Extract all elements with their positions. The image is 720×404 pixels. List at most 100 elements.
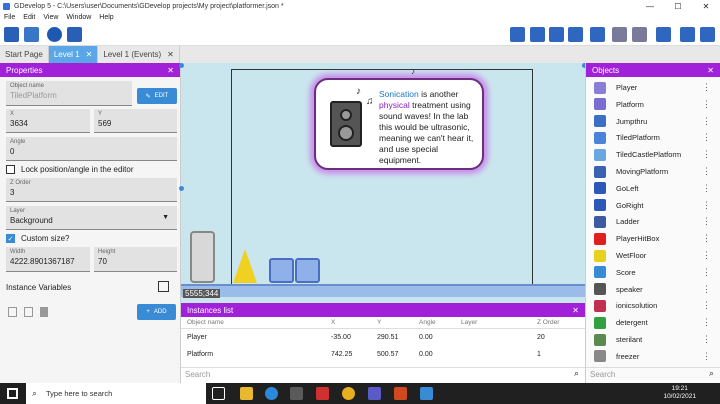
close-icon[interactable]: ✕ <box>572 306 579 315</box>
close-icon[interactable]: ✕ <box>707 66 714 75</box>
angle-field[interactable]: Angle 0 <box>6 137 177 161</box>
teams-icon[interactable] <box>368 387 381 400</box>
more-options-icon[interactable]: ⋮ <box>702 233 711 244</box>
project-manager-icon[interactable] <box>4 27 19 42</box>
column-header[interactable]: Object name <box>181 319 331 326</box>
z-order-field[interactable]: Z Order 3 <box>6 178 177 202</box>
maximize-button[interactable]: ☐ <box>664 0 692 13</box>
object-list-item[interactable]: freezer ⋮ <box>586 348 715 365</box>
store-icon[interactable] <box>290 387 303 400</box>
close-button[interactable]: ✕ <box>692 0 720 13</box>
more-options-icon[interactable]: ⋮ <box>702 267 711 278</box>
menu-window[interactable]: Window <box>62 13 95 24</box>
more-options-icon[interactable]: ⋮ <box>702 216 711 227</box>
more-options-icon[interactable]: ⋮ <box>702 149 711 160</box>
height-field[interactable]: Height 70 <box>94 247 177 272</box>
object-list-item[interactable]: GoRight ⋮ <box>586 197 715 214</box>
more-options-icon[interactable]: ⋮ <box>702 132 711 143</box>
instances-list-icon[interactable] <box>568 27 583 42</box>
platform-block-sprite[interactable] <box>295 258 320 283</box>
gdevelop-taskbar-icon[interactable] <box>420 387 433 400</box>
object-list-item[interactable]: WetFloor ⋮ <box>586 247 715 264</box>
object-list-item[interactable]: Player ⋮ <box>586 79 715 96</box>
tiled-platform-floor[interactable] <box>181 284 585 297</box>
powerpoint-icon[interactable] <box>394 387 407 400</box>
object-list-item[interactable]: detergent ⋮ <box>586 314 715 331</box>
lock-position-checkbox[interactable]: Lock position/angle in the editor <box>6 165 134 174</box>
object-list-item[interactable]: sterilant ⋮ <box>586 331 715 348</box>
open-external-icon[interactable] <box>158 281 169 292</box>
object-list-item[interactable]: speaker ⋮ <box>586 281 715 298</box>
speaker-sprite[interactable] <box>330 101 362 147</box>
close-tab-icon[interactable]: ✕ <box>167 50 174 59</box>
speech-bubble[interactable]: ♪ ♫ Sonication is another physical treat… <box>314 78 484 170</box>
column-header[interactable]: Z Order <box>537 319 577 326</box>
layers-icon[interactable] <box>590 27 605 42</box>
column-header[interactable]: X <box>331 319 377 326</box>
more-options-icon[interactable]: ⋮ <box>702 284 711 295</box>
resize-handle[interactable] <box>179 186 184 191</box>
object-list-item[interactable]: TiledCastlePlatform ⋮ <box>586 146 715 163</box>
taskbar-search-input[interactable]: ⌕ Type here to search <box>26 383 206 404</box>
search-icon[interactable]: ⌕ <box>709 368 714 379</box>
system-clock[interactable]: 19:21 10/02/2021 <box>663 385 696 401</box>
object-list-item[interactable]: Jumpthru ⋮ <box>586 113 715 130</box>
more-options-icon[interactable]: ⋮ <box>702 300 711 311</box>
copy-icon[interactable] <box>8 307 17 317</box>
x-field[interactable]: X 3634 <box>6 109 90 133</box>
object-list-item[interactable]: TiledPlatform ⋮ <box>586 129 715 146</box>
more-options-icon[interactable]: ⋮ <box>702 183 711 194</box>
app-icon[interactable] <box>316 387 329 400</box>
more-options-icon[interactable]: ⋮ <box>702 334 711 345</box>
tab-start-page[interactable]: Start Page <box>0 46 49 63</box>
properties-panel-icon[interactable] <box>549 27 564 42</box>
redo-icon[interactable] <box>632 27 647 42</box>
more-options-icon[interactable]: ⋮ <box>702 82 711 93</box>
layer-select[interactable]: Layer Background ▼ <box>6 206 177 230</box>
edge-icon[interactable] <box>265 387 278 400</box>
column-header[interactable]: Y <box>377 319 419 326</box>
zoom-reset-icon[interactable] <box>700 27 715 42</box>
tab-level-1[interactable]: Level 1 ✕ <box>48 46 99 63</box>
object-list-item[interactable]: PlayerHitBox ⋮ <box>586 230 715 247</box>
custom-size-checkbox[interactable]: ✓ Custom size? <box>6 234 69 243</box>
add-variable-button[interactable]: + ADD <box>137 304 176 320</box>
table-row[interactable]: Platform 742.25 500.57 0.00 1 <box>181 346 585 363</box>
task-view-icon[interactable] <box>212 387 225 400</box>
paste-icon[interactable] <box>24 307 33 317</box>
freezer-sprite[interactable] <box>190 231 215 283</box>
y-field[interactable]: Y 569 <box>94 109 177 133</box>
more-options-icon[interactable]: ⋮ <box>702 200 711 211</box>
menu-file[interactable]: File <box>0 13 19 24</box>
more-options-icon[interactable]: ⋮ <box>702 351 711 362</box>
close-icon[interactable]: ✕ <box>167 66 174 75</box>
close-tab-icon[interactable]: ✕ <box>86 50 93 59</box>
windows-start-icon[interactable] <box>7 388 18 399</box>
object-list-item[interactable]: GoLeft ⋮ <box>586 180 715 197</box>
trash-icon[interactable] <box>40 307 48 317</box>
more-options-icon[interactable]: ⋮ <box>702 166 711 177</box>
more-options-icon[interactable]: ⋮ <box>702 116 711 127</box>
menu-help[interactable]: Help <box>95 13 117 24</box>
debugger-icon[interactable] <box>67 27 82 42</box>
search-icon[interactable]: ⌕ <box>574 368 579 379</box>
grid-icon[interactable] <box>680 27 695 42</box>
table-row[interactable]: Player -35.00 290.51 0.00 20 <box>181 329 585 346</box>
object-list-item[interactable]: Platform ⋮ <box>586 96 715 113</box>
resize-handle[interactable] <box>179 63 184 68</box>
objects-search-input[interactable]: Search <box>586 367 720 381</box>
platform-block-sprite[interactable] <box>269 258 294 283</box>
more-options-icon[interactable]: ⋮ <box>702 99 711 110</box>
object-list-item[interactable]: MovingPlatform ⋮ <box>586 163 715 180</box>
instances-search-input[interactable]: Search <box>181 367 585 381</box>
edit-object-button[interactable]: ✎ EDIT <box>137 88 177 104</box>
column-header[interactable]: Layer <box>461 319 537 326</box>
column-header[interactable]: Angle <box>419 319 461 326</box>
file-explorer-icon[interactable] <box>240 387 253 400</box>
tab-level-1-events[interactable]: Level 1 (Events) ✕ <box>98 46 180 63</box>
delete-icon[interactable] <box>656 27 671 42</box>
menu-view[interactable]: View <box>39 13 62 24</box>
object-list-item[interactable]: ionicsolution ⋮ <box>586 297 715 314</box>
more-options-icon[interactable]: ⋮ <box>702 250 711 261</box>
scene-canvas[interactable]: ♪ ♫ Sonication is another physical treat… <box>179 63 587 303</box>
